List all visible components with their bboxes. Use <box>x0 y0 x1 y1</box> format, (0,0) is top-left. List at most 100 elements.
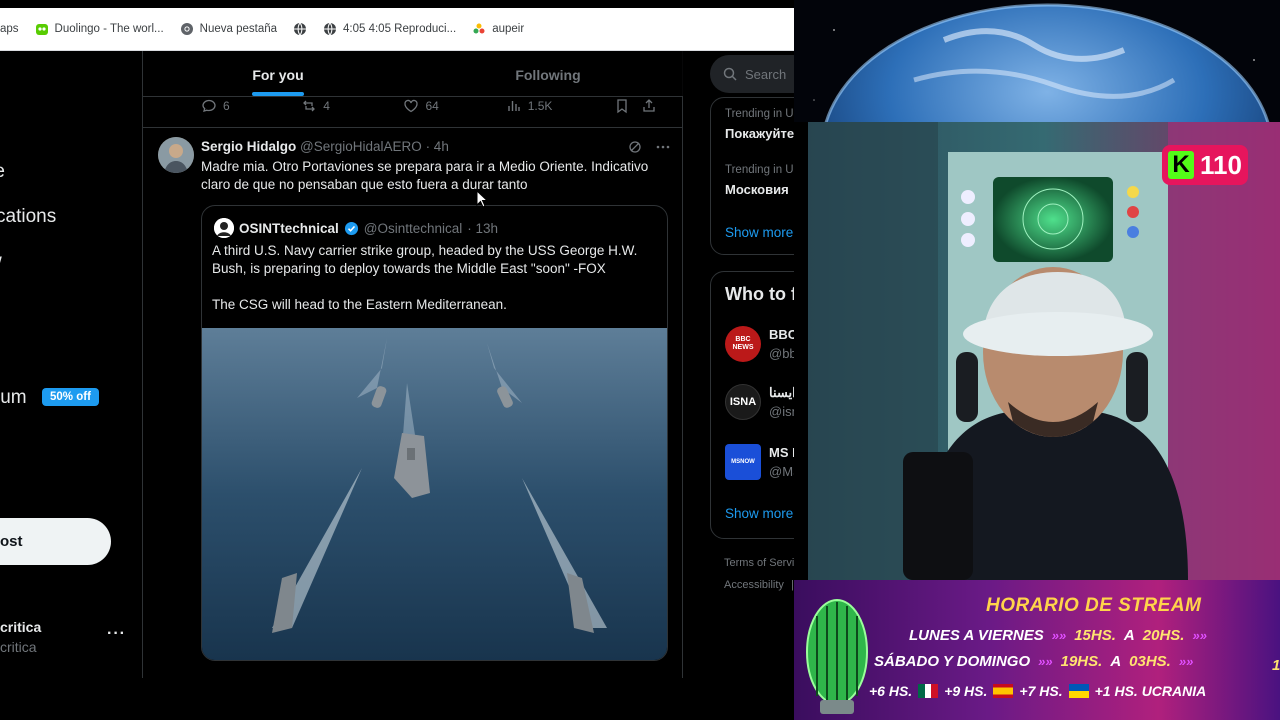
grok-icon[interactable] <box>627 139 643 158</box>
bookmark-apps[interactable]: aps <box>0 23 19 35</box>
show-more-follow-link[interactable]: Show more <box>725 506 793 521</box>
nav-label: w <box>0 251 2 272</box>
pinwheel-icon <box>472 22 486 36</box>
premium-discount-badge: 50% off <box>42 388 99 406</box>
accessibility-link[interactable]: Accessibility | <box>724 579 794 591</box>
schedule-separator: A <box>1123 627 1135 644</box>
duolingo-icon <box>35 22 49 36</box>
search-placeholder: Search <box>745 66 787 82</box>
share-button[interactable] <box>641 98 661 114</box>
nav-label: cations <box>0 206 57 227</box>
post-header-icons <box>627 139 671 158</box>
previous-post-actions: 6 4 64 1.5K <box>201 96 661 116</box>
bookmark-duolingo[interactable]: Duolingo - The worl... <box>35 22 164 36</box>
post-author-name[interactable]: Sergio Hidalgo <box>201 139 296 154</box>
quoted-post-header: OSINTtechnical @Osinttechnical · 13h <box>214 218 498 238</box>
nav-premium[interactable]: ium <box>0 387 27 409</box>
account-handle: critica <box>0 639 37 655</box>
screen: aps Duolingo - The worl... Nueva pestaña… <box>0 0 1280 720</box>
reply-count: 6 <box>223 99 230 113</box>
quoted-author-name: OSINTtechnical <box>239 220 339 236</box>
tab-for-you[interactable]: For you <box>143 51 413 96</box>
share-icon <box>643 99 655 112</box>
post-author-handle[interactable]: @SergioHidalAERO <box>300 139 422 154</box>
nav-notifications[interactable]: cations <box>0 206 56 228</box>
post-button[interactable]: ost <box>0 518 111 565</box>
trend-context: Trending in U <box>725 108 794 120</box>
who-name[interactable]: BBC N <box>769 327 794 342</box>
double-chevron-icon: »» <box>1192 628 1207 643</box>
webcam-feed <box>808 122 1280 580</box>
post-button-label: ost <box>0 533 23 550</box>
who-handle: @isna_ <box>769 404 794 419</box>
nav-follow[interactable]: w <box>0 251 2 273</box>
search-icon <box>723 67 737 81</box>
isna-avatar[interactable]: ISNA <box>725 384 761 420</box>
nav-explore[interactable]: re <box>0 161 5 183</box>
post-time[interactable]: · 4h <box>426 139 449 154</box>
timeline-tabs: For you Following <box>143 51 683 97</box>
carrier-group-photo[interactable] <box>202 328 668 661</box>
mexico-flag-icon <box>918 684 939 698</box>
double-chevron-icon: »» <box>1038 654 1053 669</box>
right-sidebar: Search Trending in U Покажуйте Trending … <box>683 51 794 678</box>
who-handle: @MSN <box>769 464 794 479</box>
bbc-news-avatar[interactable]: BBC NEWS <box>725 326 761 362</box>
views-count: 1.5K <box>527 99 553 113</box>
footer-link-label: Terms of Service <box>724 557 794 569</box>
ukraine-flag-icon <box>1068 684 1089 698</box>
timezone-row: +6 HS. +9 HS. +7 HS. +1 HS. UCRANIA <box>869 683 1206 699</box>
post-text: Madre mia. Otro Portaviones se prepara p… <box>201 159 649 192</box>
bookmark-icon <box>617 99 627 114</box>
left-navigation: e re cations w ium 50% off e ost critica… <box>0 51 143 678</box>
trend-context: Trending in Ukra <box>725 164 794 176</box>
post-divider <box>143 127 683 128</box>
viewer-count: 110 <box>1200 149 1242 180</box>
bookmark-label: aps <box>0 23 19 35</box>
author-avatar[interactable] <box>158 137 194 173</box>
double-chevron-icon: »» <box>1178 654 1194 669</box>
quoted-post[interactable]: OSINTtechnical @Osinttechnical · 13h A t… <box>201 205 668 661</box>
reply-icon <box>202 99 216 112</box>
post-header: Sergio Hidalgo @SergioHidalAERO · 4h <box>201 139 449 154</box>
account-more-button[interactable]: ··· <box>107 625 126 643</box>
bookmark-new-tab[interactable]: Nueva pestaña <box>180 22 277 36</box>
like-button[interactable]: 64 <box>403 98 505 114</box>
schedule-days: LUNES A VIERNES <box>909 627 1044 644</box>
bookmark-globe[interactable] <box>293 22 307 36</box>
bookmark-aupeir[interactable]: aupeir <box>472 22 524 36</box>
search-input[interactable]: Search <box>710 55 794 93</box>
tab-following[interactable]: Following <box>413 51 683 96</box>
account-name[interactable]: critica <box>0 619 41 635</box>
msnow-avatar[interactable]: MSNOW <box>725 444 761 480</box>
bookmark-label: aupeir <box>492 23 525 35</box>
schedule-row-weekdays: LUNES A VIERNES »» 15HS. A 20HS. »» <box>909 627 1207 644</box>
mouse-cursor-icon <box>476 190 488 208</box>
repost-button[interactable]: 4 <box>301 98 403 114</box>
bookmark-button[interactable] <box>614 98 642 114</box>
who-handle: @bbcp <box>769 346 794 361</box>
trend-item[interactable]: Покажуйте <box>725 126 794 141</box>
schedule-start: 19HS. <box>1060 653 1103 670</box>
schedule-start: 15HS. <box>1074 627 1116 644</box>
bookmark-reproduction[interactable]: 4:05 4:05 Reproduci... <box>323 22 456 36</box>
quoted-text-paragraph: A third U.S. Navy carrier strike group, … <box>212 243 638 276</box>
timezone-offset: +1 HS. UCRANIA <box>1094 683 1207 699</box>
repost-icon <box>303 100 316 112</box>
more-options-icon[interactable] <box>655 139 671 158</box>
show-more-trends-link[interactable]: Show more <box>725 225 793 240</box>
terms-of-service-link[interactable]: Terms of Service | <box>724 557 794 569</box>
cactus-mascot-image <box>806 599 868 714</box>
heart-icon <box>404 99 419 113</box>
window-top-edge <box>0 0 794 8</box>
schedule-separator: A <box>1110 653 1122 670</box>
trend-item[interactable]: Московия <box>725 182 789 197</box>
quoted-post-text: A third U.S. Navy carrier strike group, … <box>212 242 657 314</box>
reply-button[interactable]: 6 <box>201 98 301 114</box>
kick-viewer-badge: K 110 <box>1162 145 1248 185</box>
tab-label: Following <box>515 67 581 83</box>
who-name[interactable]: ری ایسنا <box>769 385 794 401</box>
views-button[interactable]: 1.5K <box>506 98 614 114</box>
schedule-title: HORARIO DE STREAM <box>986 595 1202 616</box>
who-name[interactable]: MS NO <box>769 445 794 460</box>
